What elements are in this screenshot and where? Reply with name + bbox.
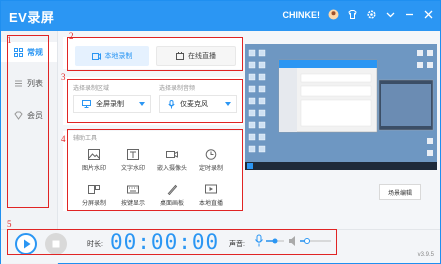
minimize-icon[interactable] xyxy=(404,9,415,20)
annotation-box-5 xyxy=(7,229,337,255)
annotation-label-2: 2 xyxy=(69,31,74,41)
annotation-label-5: 5 xyxy=(7,219,12,229)
annotation-box-4 xyxy=(67,129,243,211)
dropdown-icon[interactable] xyxy=(385,9,396,20)
version-text: v3.9.5 xyxy=(417,252,434,258)
title-bar-controls: CHINKE! xyxy=(283,9,435,20)
shirt-icon[interactable] xyxy=(347,9,358,20)
scene-edit-button[interactable]: 场景编辑 xyxy=(379,184,421,200)
annotation-box-3 xyxy=(67,79,243,123)
username[interactable]: CHINKE! xyxy=(283,10,321,20)
settings-icon[interactable] xyxy=(366,9,377,20)
annotation-box-2 xyxy=(67,37,243,71)
avatar-icon[interactable] xyxy=(328,9,339,20)
annotation-label-3: 3 xyxy=(61,72,66,82)
screen-preview xyxy=(245,44,437,170)
annotation-box-1 xyxy=(7,35,49,208)
close-icon[interactable] xyxy=(423,9,434,20)
annotation-label-4: 4 xyxy=(61,134,66,144)
app-window: EV录屏 CHINKE! 常规 列表 会员 本地录制 在线直播 选择录制区域 选… xyxy=(0,0,441,264)
annotation-label-1: 1 xyxy=(7,35,12,45)
app-title: EV录屏 xyxy=(9,10,55,25)
preview-image xyxy=(245,44,437,170)
title-bar: EV录屏 CHINKE! xyxy=(1,1,440,31)
